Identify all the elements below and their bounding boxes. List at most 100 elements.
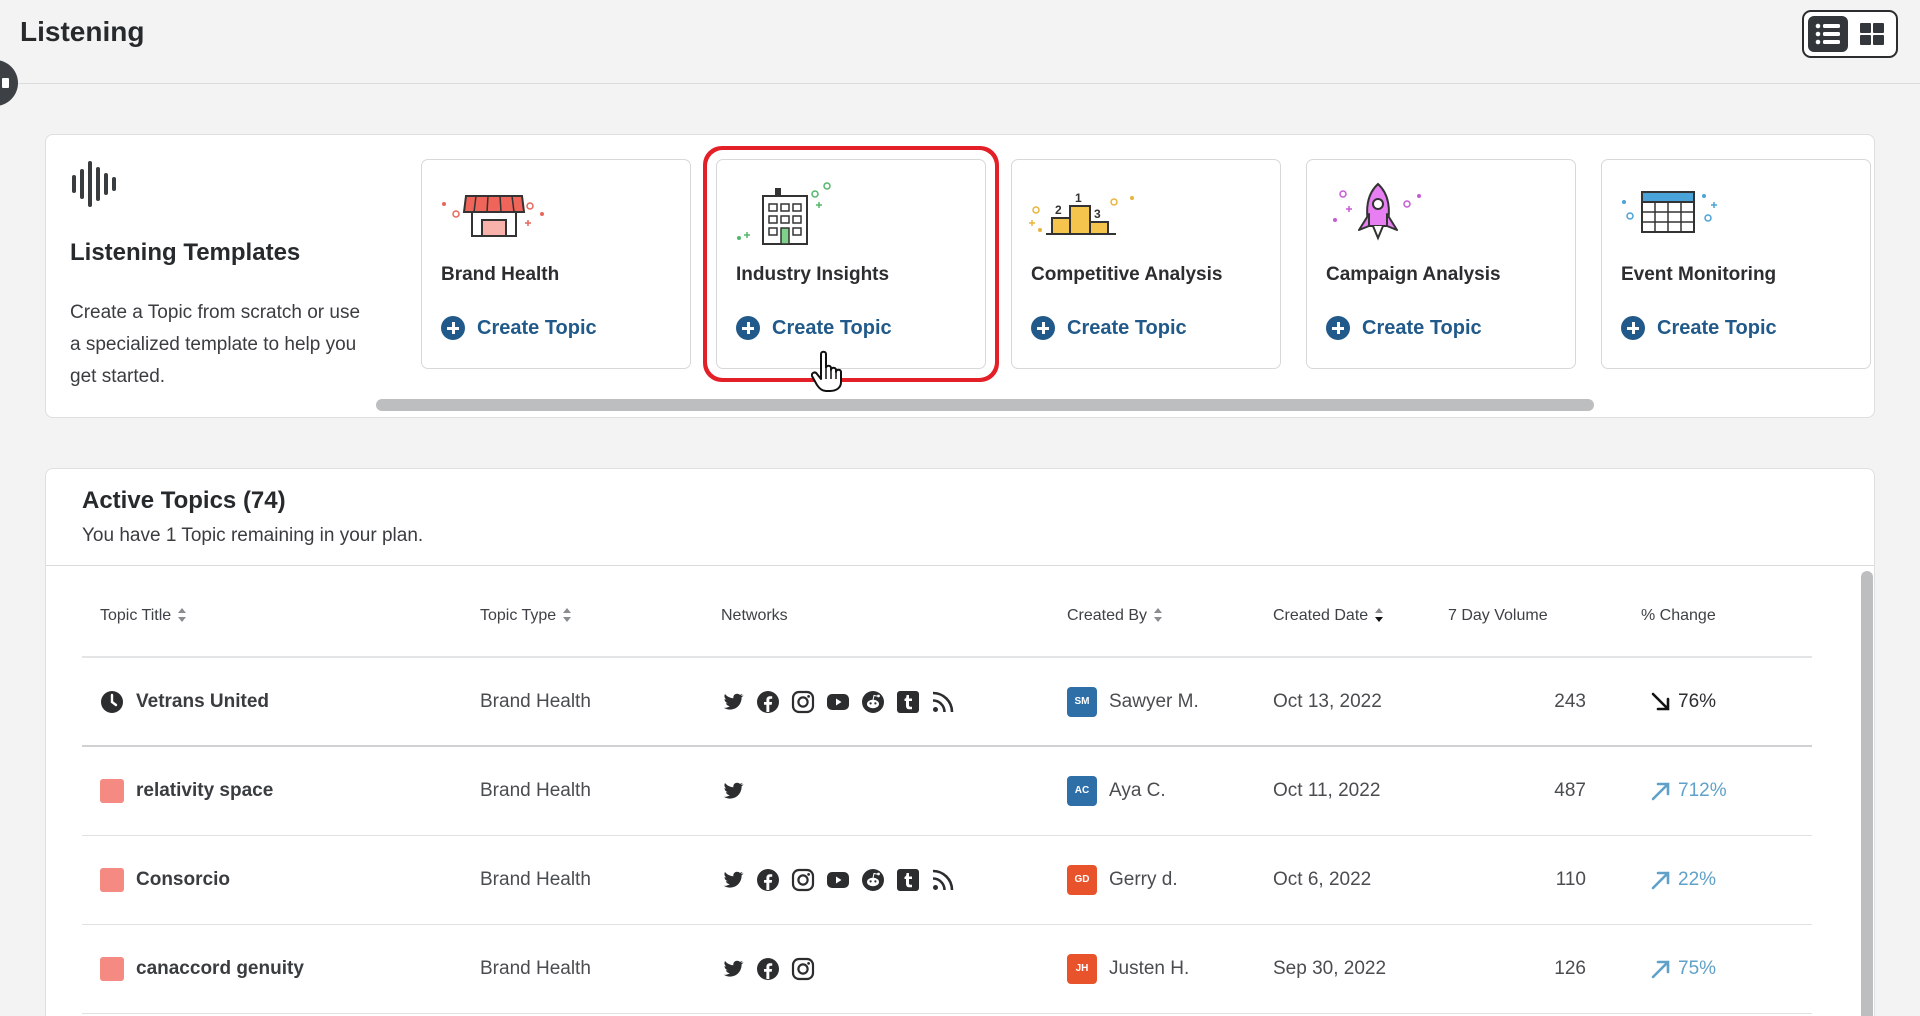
percent-change: 712% (1678, 779, 1727, 801)
active-topics-title: Active Topics (74) (82, 487, 286, 514)
topic-title[interactable]: canaccord genuity (136, 958, 304, 980)
created-by-cell: AC Aya C. (1067, 746, 1273, 836)
created-date: Oct 11, 2022 (1273, 746, 1448, 836)
avatar: GD (1067, 864, 1097, 895)
instagram-icon (791, 868, 815, 891)
percent-change: 76% (1678, 690, 1717, 712)
topics-remaining-text: You have 1 Topic remaining in your plan. (82, 525, 424, 546)
svg-text:3: 3 (1094, 207, 1101, 221)
column-header-created-date[interactable]: Created Date (1273, 575, 1448, 658)
template-card-industry-insights[interactable]: Industry Insights Create Topic (716, 159, 986, 392)
listening-templates-panel: Listening Templates Create a Topic from … (45, 134, 1875, 418)
create-topic-button[interactable]: Create Topic (1621, 316, 1777, 340)
template-card-campaign-analysis[interactable]: Campaign Analysis Create Topic (1306, 159, 1576, 369)
sort-icon (563, 608, 572, 623)
facebook-icon (757, 690, 779, 713)
seven-day-volume: 487 (1448, 746, 1610, 836)
table-row[interactable]: relativity space Brand Health AC Aya C. O… (82, 746, 1812, 836)
percent-change: 75% (1678, 957, 1717, 979)
table-row[interactable]: Vetrans United Brand Health SM Sawyer M. … (82, 657, 1812, 747)
grid-view-icon (1860, 23, 1884, 45)
reddit-icon (862, 690, 884, 713)
create-topic-button[interactable]: Create Topic (441, 316, 597, 340)
topic-title-cell[interactable]: canaccord genuity (82, 924, 480, 1014)
avatar: JH (1067, 953, 1097, 984)
template-card-competitive-analysis[interactable]: 2 1 3 Competitive Analysis Create Topic (1011, 159, 1281, 369)
sidebar-collapse-handle[interactable] (0, 60, 18, 106)
card-title: Campaign Analysis (1326, 264, 1501, 285)
youtube-icon (827, 693, 849, 710)
calendar-icon (1622, 191, 1717, 233)
column-header-created-by[interactable]: Created By (1067, 575, 1273, 658)
table-row[interactable]: Consorcio Brand Health GD Gerry d. Oct 6,… (82, 835, 1812, 925)
rss-icon (932, 691, 954, 712)
card-title: Event Monitoring (1621, 264, 1777, 285)
topic-title-cell[interactable]: Vetrans United (82, 657, 480, 747)
twitter-icon (723, 960, 744, 977)
template-cards: Brand Health Create Topic Industry Insig… (421, 159, 1871, 392)
creator-name: Aya C. (1109, 779, 1166, 801)
tumblr-icon (897, 690, 919, 713)
storefront-icon (442, 195, 544, 237)
soundwave-icon (72, 161, 116, 207)
facebook-icon (757, 868, 779, 891)
column-header-networks: Networks (721, 575, 1067, 658)
active-topics-header: Active Topics (74) You have 1 Topic rema… (82, 487, 423, 547)
plus-circle-icon (441, 316, 465, 340)
rss-icon (932, 869, 954, 890)
scrollbar-thumb[interactable] (1861, 571, 1873, 1016)
column-header-topic-type[interactable]: Topic Type (480, 575, 721, 658)
networks-cell (721, 924, 1067, 1014)
networks-cell (721, 657, 1067, 747)
avatar: AC (1067, 775, 1097, 806)
trend-up-arrow-icon (1651, 782, 1670, 801)
created-date: Sep 30, 2022 (1273, 924, 1448, 1014)
grid-view-button[interactable] (1852, 16, 1892, 52)
topic-title-cell[interactable]: Consorcio (82, 835, 480, 925)
topic-title[interactable]: relativity space (136, 780, 273, 802)
template-card-brand-health[interactable]: Brand Health Create Topic (421, 159, 691, 369)
twitter-icon (723, 782, 744, 799)
column-header-topic-title[interactable]: Topic Title (82, 575, 480, 658)
reddit-icon (862, 868, 884, 891)
topic-title[interactable]: Consorcio (136, 869, 230, 891)
table-row[interactable]: canaccord genuity Brand Health JH Justen … (82, 924, 1812, 1014)
created-by-cell: GD Gerry d. (1067, 835, 1273, 925)
percent-change: 22% (1678, 868, 1717, 890)
networks-cell (721, 835, 1067, 925)
topic-title[interactable]: Vetrans United (136, 691, 269, 713)
twitter-icon (723, 871, 744, 888)
create-topic-button[interactable]: Create Topic (736, 316, 892, 340)
trend-down-arrow-icon (1651, 692, 1670, 710)
status-indicator (100, 956, 124, 981)
topic-type: Brand Health (480, 924, 721, 1014)
instagram-icon (791, 957, 815, 980)
top-bar: Listening (0, 0, 1920, 106)
creator-name: Justen H. (1109, 957, 1190, 979)
creator-name: Gerry d. (1109, 868, 1178, 890)
avatar: SM (1067, 686, 1097, 717)
list-view-button[interactable] (1808, 16, 1848, 52)
svg-text:2: 2 (1055, 203, 1062, 217)
page-title: Listening (20, 16, 145, 47)
instagram-icon (791, 690, 815, 713)
plus-circle-icon (736, 316, 760, 340)
create-topic-button[interactable]: Create Topic (1326, 316, 1482, 340)
seven-day-volume: 110 (1448, 835, 1610, 925)
topic-title-cell[interactable]: relativity space (82, 746, 480, 836)
card-title: Industry Insights (736, 264, 890, 285)
topics-vertical-scrollbar[interactable] (1860, 569, 1874, 1016)
template-card-event-monitoring[interactable]: Event Monitoring Create Topic (1601, 159, 1871, 369)
percent-change-cell: 22% (1610, 835, 1812, 925)
facebook-icon (757, 957, 779, 980)
topic-type: Brand Health (480, 746, 721, 836)
plus-circle-icon (1326, 316, 1350, 340)
plus-circle-icon (1031, 316, 1055, 340)
scrollbar-thumb[interactable] (376, 399, 1594, 411)
create-topic-button[interactable]: Create Topic (1031, 316, 1187, 340)
percent-change-cell: 75% (1610, 924, 1812, 1014)
topics-table: Topic Title Topic Type Networks Created … (82, 575, 1812, 1014)
percent-change-cell: 712% (1610, 746, 1812, 836)
building-icon (737, 182, 831, 245)
templates-horizontal-scrollbar[interactable] (376, 399, 1866, 413)
